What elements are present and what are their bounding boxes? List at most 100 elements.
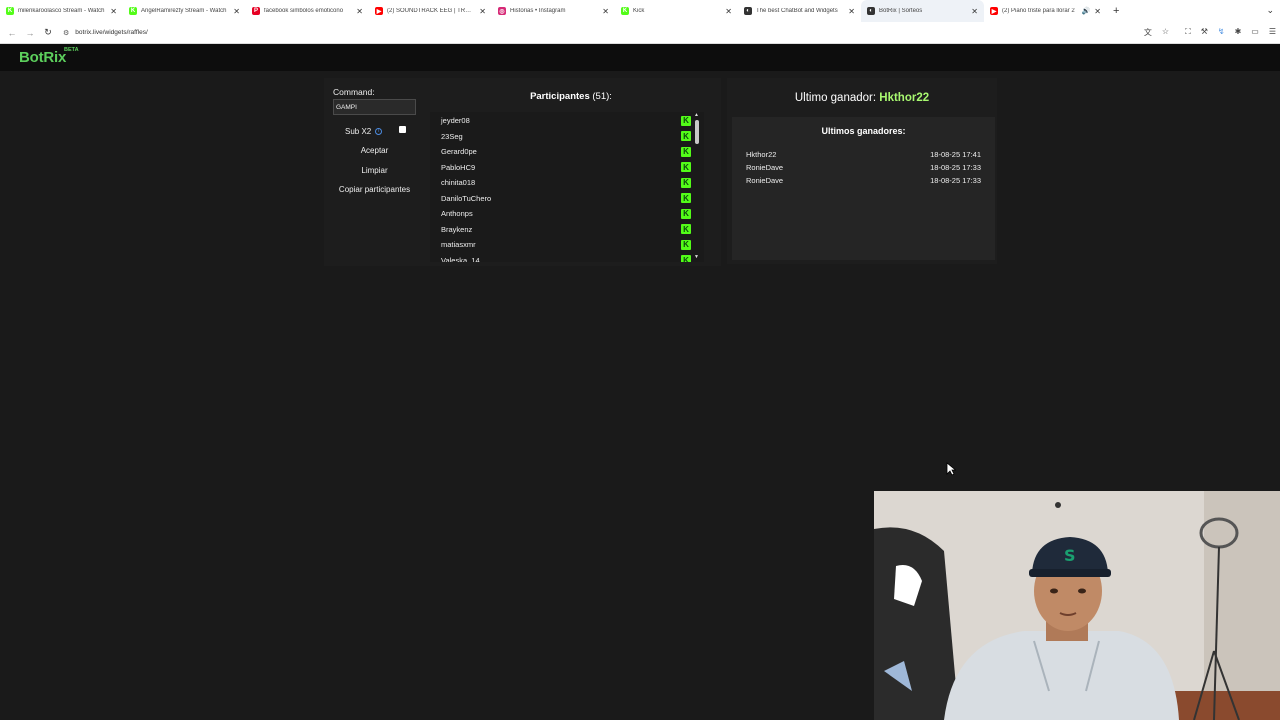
kick-logo-icon: K — [681, 224, 691, 235]
url-text: botrix.live/widgets/raffles/ — [75, 29, 148, 36]
tab-close-icon[interactable]: ✕ — [848, 7, 855, 16]
tab-close-icon[interactable]: ✕ — [233, 7, 240, 16]
puzzle-icon[interactable]: ✱ — [1235, 27, 1242, 38]
account-icon[interactable]: ☰ — [1269, 27, 1276, 38]
beta-badge: BETA — [64, 47, 79, 53]
url-field[interactable]: ⚙ botrix.live/widgets/raffles/ — [63, 29, 148, 37]
tab-title: Historias • Instagram — [510, 8, 566, 14]
kick-logo-icon: K — [681, 177, 691, 188]
browser-tab[interactable]: Pfacebook simbolos emoticono ✕ — [246, 0, 369, 22]
tab-close-icon[interactable]: ✕ — [479, 7, 486, 16]
participants-count: (51): — [592, 91, 612, 102]
participant-name: Valeska_14 — [441, 255, 480, 262]
recent-winners-box: Ultimos ganadores: Hkthor22 18-08-25 17:4… — [732, 117, 995, 260]
command-label: Command: — [333, 87, 375, 97]
winner-time: 18-08-25 17:33 — [930, 176, 981, 185]
tab-close-icon[interactable]: ✕ — [110, 7, 117, 16]
tab-title: facebook simbolos emoticono — [264, 8, 344, 14]
tab-favicon-icon: ◎ — [498, 7, 506, 15]
winner-time: 18-08-25 17:41 — [930, 150, 981, 159]
tab-close-icon[interactable]: ✕ — [602, 7, 609, 16]
extension-icon[interactable]: ⚒ — [1201, 27, 1208, 38]
info-icon[interactable]: i — [375, 127, 383, 135]
tab-favicon-icon: P — [252, 7, 260, 15]
botrix-logo[interactable]: BotRix — [19, 49, 66, 66]
winner-name: Hkthor22 — [746, 150, 777, 159]
tab-close-icon[interactable]: ✕ — [356, 7, 363, 16]
tab-favicon-icon: K — [6, 7, 14, 15]
browser-tab[interactable]: K Kick ✕ — [615, 0, 738, 22]
participant-name: jeyder08 — [441, 116, 470, 126]
webcam-overlay: S — [874, 491, 1280, 720]
svg-text:S: S — [1064, 546, 1076, 565]
browser-tab[interactable]: ▶ (2) SOUNDTRACK EEG | TROMP ✕ — [369, 0, 492, 22]
participant-name: Braykenz — [441, 224, 473, 234]
command-input[interactable] — [333, 99, 416, 115]
kick-logo-icon: K — [681, 239, 691, 250]
new-tab-button[interactable]: + — [1113, 5, 1119, 17]
participant-row: DaniloTuChero K — [430, 191, 694, 207]
kick-logo-icon: K — [681, 255, 691, 262]
tab-audio-icon[interactable]: 🔊 — [1082, 7, 1091, 15]
winner-name: RonieDave — [746, 176, 784, 185]
browser-tab[interactable]: ◐ The best ChatBot and Widgets ✕ — [738, 0, 861, 22]
kick-logo-icon: K — [681, 131, 691, 142]
participant-name: DaniloTuChero — [441, 193, 492, 203]
clear-button[interactable]: Limpiar — [333, 166, 416, 175]
tab-title: milenkaroolasco Stream - Watch — [18, 8, 105, 14]
participants-list[interactable]: jeyder08 K 23Seg K Gerard0pe K PabloHC9 Kchinit… — [430, 112, 704, 262]
winners-panel: Ultimo ganador: Hkthor22 Ultimos ganador… — [727, 78, 997, 264]
tab-favicon-icon: ◐ — [867, 7, 875, 15]
site-info-icon[interactable]: ⚙ — [63, 29, 69, 37]
browser-tab[interactable]: K AngelRamirezty Stream - Watch ✕ — [123, 0, 246, 22]
tab-close-icon[interactable]: ✕ — [725, 7, 732, 16]
bookmark-star-icon[interactable]: ☆ — [1162, 27, 1169, 38]
forward-icon[interactable]: → — [21, 28, 39, 38]
tab-title: AngelRamirezty Stream - Watch — [141, 8, 227, 14]
participant-name: matiasxmr — [441, 240, 476, 250]
participant-row: chinita018 K — [430, 175, 694, 191]
sub-x2-checkbox[interactable] — [399, 126, 406, 133]
translate-extension-icon[interactable]: ↯ — [1218, 27, 1225, 38]
tab-title: (2) SOUNDTRACK EEG | TROMP — [387, 8, 476, 14]
participants-label: Participantes — [530, 91, 590, 102]
participant-row: 23Seg K — [430, 129, 694, 145]
winner-name: RonieDave — [746, 163, 784, 172]
back-icon[interactable]: ← — [3, 28, 21, 38]
webcam-scene: S — [874, 491, 1280, 720]
participant-name: 23Seg — [441, 131, 463, 141]
scroll-down-icon[interactable]: ▼ — [694, 254, 699, 260]
raffle-panel: Command: Sub X2 i Aceptar Limpiar Copiar… — [324, 78, 721, 266]
participants-scrollbar[interactable]: ▲ ▼ — [694, 112, 700, 262]
tab-close-icon[interactable]: ✕ — [1094, 7, 1101, 16]
kick-logo-icon: K — [681, 146, 691, 157]
scroll-up-icon[interactable]: ▲ — [694, 112, 699, 118]
copy-participants-button[interactable]: Copiar participantes — [333, 185, 416, 194]
tab-list: Kmilenkaroolasco Stream - Watch ✕ K AngelRa… — [0, 0, 1107, 22]
participant-row: Braykenz K — [430, 222, 694, 238]
translate-icon[interactable]: 文 — [1144, 27, 1152, 38]
tab-close-icon[interactable]: ✕ — [971, 7, 978, 16]
participant-name: PabloHC9 — [441, 162, 476, 172]
kick-logo-icon: K — [681, 162, 691, 173]
browser-tab[interactable]: ◐ BotRix | Sorteos ✕ — [861, 0, 984, 22]
tab-search-icon[interactable]: ⌄ — [1266, 5, 1274, 16]
participant-row: matiasxmr K — [430, 237, 694, 253]
reload-icon[interactable]: ↻ — [39, 27, 57, 38]
participant-row: PabloHC9 K — [430, 160, 694, 176]
tab-title: The best ChatBot and Widgets — [756, 8, 838, 14]
tab-favicon-icon: K — [129, 7, 137, 15]
participant-name: Anthonps — [441, 209, 473, 219]
participant-row: Gerard0pe K — [430, 144, 694, 160]
fullscreen-icon[interactable]: ⛶ — [1185, 27, 1191, 38]
tab-title: Kick — [633, 8, 645, 14]
tab-favicon-icon: K — [621, 7, 629, 15]
winner-time: 18-08-25 17:33 — [930, 163, 981, 172]
scroll-thumb[interactable] — [695, 120, 699, 144]
sidebar-icon[interactable]: ▭ — [1251, 27, 1259, 38]
browser-tab[interactable]: ▶ (2) Piano triste para llorar 2 🔊 ✕ — [984, 0, 1107, 22]
browser-tab[interactable]: ◎ Historias • Instagram ✕ — [492, 0, 615, 22]
accept-button[interactable]: Aceptar — [333, 146, 416, 155]
participant-row: Valeska_14 K — [430, 253, 694, 262]
browser-tab[interactable]: Kmilenkaroolasco Stream - Watch ✕ — [0, 0, 123, 22]
